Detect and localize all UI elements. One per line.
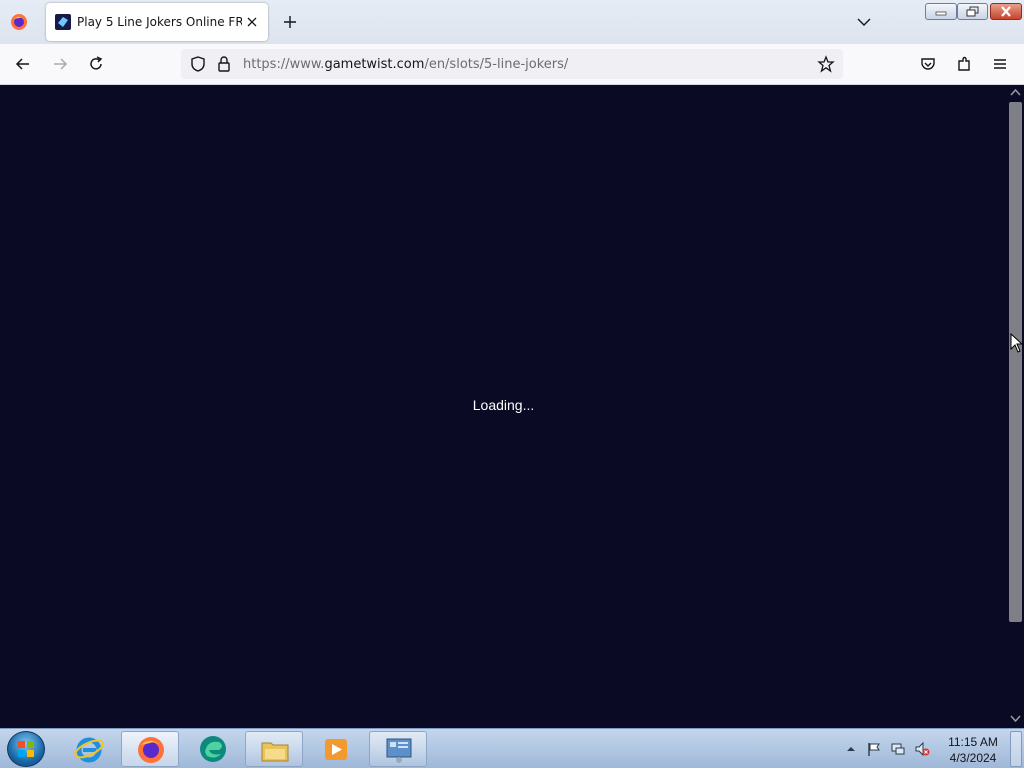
- clock-date: 4/3/2024: [949, 751, 997, 765]
- internet-explorer-icon: [74, 737, 104, 763]
- gametwist-favicon-icon: [55, 14, 71, 30]
- show-hidden-icons-icon[interactable]: [843, 741, 859, 757]
- tracking-protection-shield-icon[interactable]: [189, 55, 207, 73]
- show-desktop-button[interactable]: [1010, 731, 1022, 767]
- vertical-scrollbar[interactable]: [1007, 85, 1024, 728]
- url-host: gametwist.com: [324, 57, 425, 72]
- navigation-toolbar: https://www.gametwist.com/en/slots/5-lin…: [0, 44, 1024, 85]
- app-menu-icon[interactable]: [991, 55, 1009, 73]
- tab-title: Play 5 Line Jokers Online FREE |: [77, 15, 242, 29]
- loading-text: Loading...: [472, 397, 535, 413]
- start-button[interactable]: [7, 731, 45, 767]
- file-explorer-icon: [261, 742, 289, 762]
- bookmark-star-icon[interactable]: [817, 55, 835, 73]
- scroll-up-arrow-icon[interactable]: [1010, 87, 1021, 97]
- scrollbar-thumb[interactable]: [1009, 102, 1022, 622]
- lock-icon[interactable]: [216, 55, 232, 73]
- new-tab-icon[interactable]: [281, 13, 299, 31]
- page-content: Loading...: [0, 85, 1007, 728]
- clock-time: 11:15 AM: [948, 735, 998, 749]
- tab-strip: Play 5 Line Jokers Online FREE |: [0, 0, 1024, 44]
- url-bar[interactable]: https://www.gametwist.com/en/slots/5-lin…: [181, 49, 843, 79]
- action-center-flag-icon[interactable]: [866, 741, 882, 757]
- list-all-tabs-icon[interactable]: [855, 13, 873, 31]
- tab-active[interactable]: Play 5 Line Jokers Online FREE |: [46, 3, 268, 41]
- taskbar-clock[interactable]: 11:15 AM 4/3/2024: [938, 734, 1008, 766]
- close-tab-icon[interactable]: [244, 14, 260, 30]
- reload-icon[interactable]: [87, 55, 105, 73]
- forward-icon[interactable]: [51, 55, 69, 73]
- mouse-cursor-icon: [1010, 333, 1024, 353]
- control-panel-icon: [386, 738, 412, 763]
- taskbar: 11:15 AM 4/3/2024: [0, 728, 1024, 768]
- taskbar-media-player[interactable]: [307, 731, 365, 767]
- extensions-icon[interactable]: [955, 55, 973, 73]
- back-icon[interactable]: [14, 55, 32, 73]
- restore-button[interactable]: [957, 3, 988, 20]
- taskbar-control-panel[interactable]: [369, 731, 427, 767]
- minimize-button[interactable]: [925, 3, 957, 20]
- url-path: /en/slots/5-line-jokers/: [424, 57, 569, 72]
- taskbar-internet-explorer[interactable]: [60, 731, 118, 767]
- media-player-icon: [325, 739, 347, 760]
- firefox-icon[interactable]: [10, 13, 28, 31]
- edge-icon: [200, 736, 226, 762]
- firefox-icon: [138, 737, 164, 763]
- network-icon[interactable]: [890, 741, 906, 757]
- taskbar-edge[interactable]: [184, 731, 242, 767]
- volume-muted-icon[interactable]: [914, 741, 930, 757]
- scroll-down-arrow-icon[interactable]: [1010, 714, 1021, 724]
- url-text[interactable]: https://www.gametwist.com/en/slots/5-lin…: [243, 57, 568, 72]
- close-window-button[interactable]: [990, 3, 1022, 20]
- url-scheme: https://www.: [243, 57, 325, 72]
- taskbar-firefox[interactable]: [121, 731, 179, 767]
- pocket-icon[interactable]: [919, 55, 937, 73]
- taskbar-file-explorer[interactable]: [245, 731, 303, 767]
- windows-logo-icon: [18, 741, 34, 757]
